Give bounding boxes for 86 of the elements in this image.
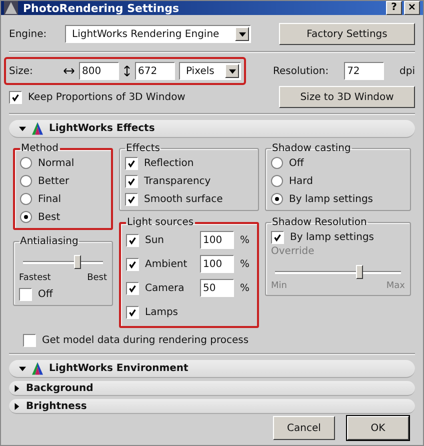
checkbox-label: Get model data during rendering process <box>42 335 249 346</box>
engine-dropdown[interactable]: LightWorks Rendering Engine <box>65 25 251 43</box>
checkbox-label: Sun <box>145 234 164 246</box>
vertical-arrow-icon <box>123 65 131 77</box>
slider-max-label: Max <box>386 281 405 291</box>
triangle-icon <box>19 365 26 372</box>
section-header[interactable]: Brightness <box>9 399 415 414</box>
checkbox[interactable] <box>125 192 138 206</box>
checkbox[interactable] <box>9 90 22 104</box>
group-title: Shadow casting <box>271 143 352 154</box>
percent-field[interactable]: 50 <box>200 279 234 297</box>
radio-button[interactable] <box>271 193 283 205</box>
triangle-icon <box>19 125 26 132</box>
checkbox[interactable] <box>271 230 284 244</box>
resolution-field[interactable]: 72 <box>344 62 384 80</box>
window-title: PhotoRendering Settings <box>23 2 180 14</box>
radio-label: Best <box>38 212 60 222</box>
checkbox-label: Off <box>38 288 53 300</box>
radio-label: By lamp settings <box>289 194 374 204</box>
slider-max-label: Best <box>87 273 107 283</box>
radio-label: Normal <box>38 158 74 168</box>
prism-icon <box>32 122 43 135</box>
section-header[interactable]: LightWorks Environment <box>9 360 415 378</box>
ok-button[interactable]: OK <box>347 416 409 440</box>
slider[interactable] <box>275 265 401 279</box>
checkbox[interactable] <box>125 174 138 188</box>
app-icon <box>4 1 18 15</box>
width-field[interactable]: 800 <box>79 62 119 80</box>
group-title: Antialiasing <box>19 236 80 247</box>
prism-icon <box>32 362 43 375</box>
checkbox[interactable] <box>19 288 32 300</box>
close-button[interactable]: × <box>404 1 420 15</box>
checkbox-label: By lamp settings <box>290 232 374 242</box>
group-title: Effects <box>125 143 161 154</box>
checkbox[interactable] <box>125 156 138 170</box>
checkbox[interactable] <box>126 258 139 270</box>
caret-icon <box>228 68 236 74</box>
resolution-label: Resolution: <box>273 66 329 76</box>
section-header[interactable]: LightWorks Effects <box>9 120 415 138</box>
engine-label: Engine: <box>9 28 48 40</box>
checkbox-label: Lamps <box>145 306 178 318</box>
radio-label: Better <box>38 176 70 186</box>
size-to-window-button[interactable]: Size to 3D Window <box>279 86 415 108</box>
percent-field[interactable]: 100 <box>200 231 234 249</box>
factory-settings-button[interactable]: Factory Settings <box>279 23 415 45</box>
cancel-button[interactable]: Cancel <box>273 416 335 440</box>
radio-label: Final <box>38 194 62 204</box>
radio-button[interactable] <box>271 175 283 187</box>
radio-label: Off <box>289 158 304 168</box>
checkbox-label: Keep Proportions of 3D Window <box>28 92 186 102</box>
horizontal-arrow-icon <box>63 67 75 75</box>
percent-label: % <box>240 258 251 270</box>
slider[interactable] <box>23 255 103 269</box>
size-label: Size: <box>9 66 34 76</box>
slider-min-label: Min <box>271 281 287 291</box>
triangle-icon <box>13 384 20 392</box>
caret-icon <box>238 32 246 36</box>
checkbox[interactable] <box>126 282 139 294</box>
percent-label: % <box>240 282 251 294</box>
slider-min-label: Fastest <box>19 273 51 283</box>
triangle-icon <box>13 402 20 410</box>
radio-button[interactable] <box>271 157 283 169</box>
percent-field[interactable]: 100 <box>200 255 234 273</box>
checkbox-label: Smooth surface <box>144 194 223 204</box>
group-title: Shadow Resolution <box>271 217 368 228</box>
radio-button[interactable] <box>20 157 32 169</box>
checkbox-label: Camera <box>145 282 184 294</box>
group-title: Light sources <box>126 217 195 228</box>
radio-button[interactable] <box>20 193 32 205</box>
checkbox-label: Ambient <box>145 258 188 270</box>
override-label: Override <box>271 246 316 257</box>
radio-button[interactable] <box>20 175 32 187</box>
radio-button[interactable] <box>20 211 32 223</box>
checkbox-label: Reflection <box>144 158 194 168</box>
unit-dropdown[interactable]: Pixels <box>179 62 241 80</box>
height-field[interactable]: 672 <box>135 62 175 80</box>
checkbox[interactable] <box>126 234 139 246</box>
percent-label: % <box>240 234 251 246</box>
checkbox[interactable] <box>126 306 139 318</box>
help-button[interactable]: ? <box>386 1 402 15</box>
group-title: Method <box>20 143 60 154</box>
section-header[interactable]: Background <box>9 381 415 396</box>
checkbox-label: Transparency <box>144 176 211 186</box>
checkbox[interactable] <box>23 334 36 347</box>
radio-label: Hard <box>289 176 313 186</box>
unit-label: dpi <box>400 66 415 76</box>
